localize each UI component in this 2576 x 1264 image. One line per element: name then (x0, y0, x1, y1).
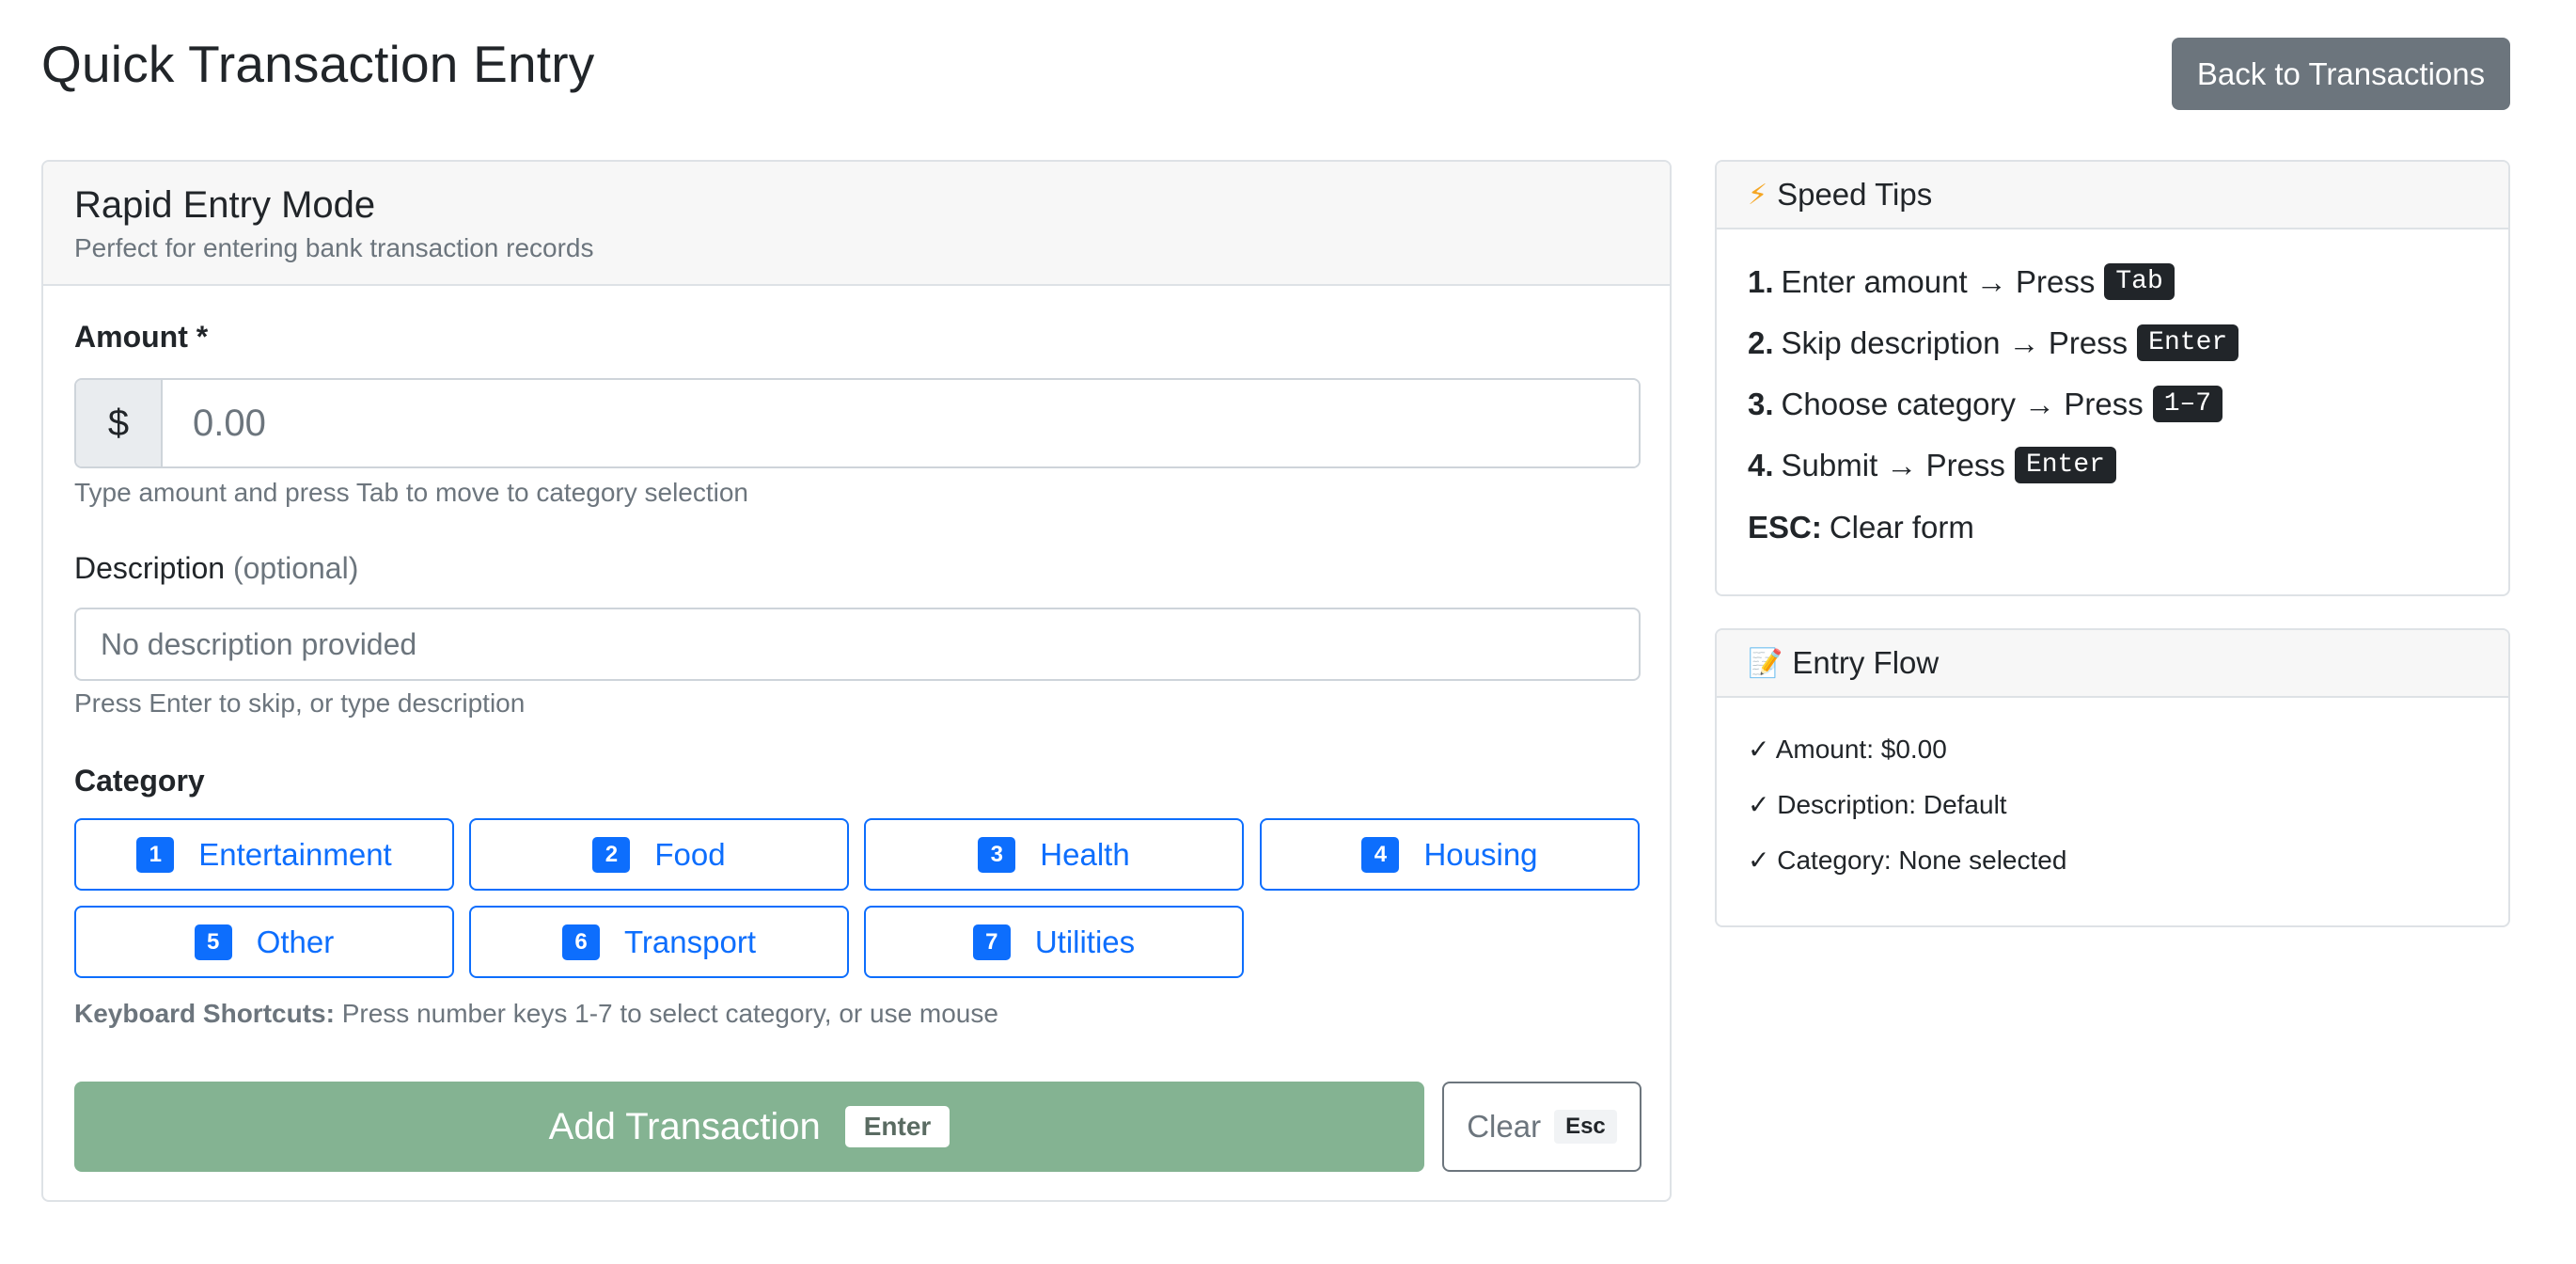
category-label-text: Health (1040, 836, 1130, 872)
description-input[interactable] (74, 608, 1641, 681)
entry-flow-header: 📝 Entry Flow (1717, 630, 2508, 698)
dollar-prefix: $ (76, 380, 163, 466)
speed-tips-header: ⚡ Speed Tips (1717, 162, 2508, 229)
category-label-text: Entertainment (198, 836, 392, 872)
tip-text: Skip description → Press (1781, 324, 2128, 360)
tip-text: Choose category → Press (1781, 386, 2144, 421)
category-key-badge: 2 (592, 836, 631, 873)
category-button-housing[interactable]: 4 Housing (1260, 818, 1640, 891)
tip-item: 1. Enter amount → Press Tab (1748, 263, 2175, 300)
entry-flow-title: Entry Flow (1792, 645, 1940, 680)
amount-label: Amount * (74, 320, 209, 354)
rapid-entry-subtitle: Perfect for entering bank transaction re… (74, 233, 594, 262)
clear-label: Clear (1467, 1109, 1542, 1144)
category-label: Category (74, 764, 205, 798)
tip-number: 4. (1748, 447, 1774, 482)
description-label: Description (optional) (74, 551, 358, 586)
category-key-badge: 3 (978, 836, 1016, 873)
speed-tips-title: Speed Tips (1777, 177, 1933, 212)
tip-item: 2. Skip description → Press Enter (1748, 324, 2239, 361)
category-button-other[interactable]: 5 Other (74, 906, 454, 978)
rapid-entry-card: Rapid Entry Mode Perfect for entering ba… (41, 160, 1672, 1202)
page-title: Quick Transaction Entry (41, 35, 595, 93)
memo-icon: 📝 (1748, 647, 1783, 679)
category-key-badge: 7 (972, 924, 1011, 960)
category-label-text: Food (654, 836, 726, 872)
tip-key-badge: Enter (2014, 447, 2116, 483)
category-label-text: Other (256, 924, 335, 959)
category-label-text: Utilities (1034, 924, 1136, 959)
tip-item: 3. Choose category → Press 1–7 (1748, 386, 2223, 422)
category-button-entertainment[interactable]: 1 Entertainment (74, 818, 454, 891)
flow-item-amount: ✓ Amount: $0.00 (1748, 734, 1947, 765)
tip-key-badge: Tab (2104, 263, 2175, 300)
flow-item-text: Amount: $0.00 (1775, 735, 1947, 764)
page: Quick Transaction Entry Back to Transact… (0, 0, 2576, 1264)
category-label-text: Housing (1423, 836, 1538, 872)
enter-key-badge: Enter (844, 1106, 950, 1147)
tip-text: Submit → Press (1781, 447, 2005, 482)
category-button-health[interactable]: 3 Health (864, 818, 1244, 891)
add-transaction-button[interactable]: Add Transaction Enter (74, 1082, 1424, 1172)
speed-tips-card: ⚡ Speed Tips 1. Enter amount → Press Tab… (1715, 160, 2510, 596)
flow-item-text: Category: None selected (1777, 845, 2067, 875)
rapid-entry-header: Rapid Entry Mode Perfect for entering ba… (43, 162, 1670, 286)
keyboard-shortcuts-note: Keyboard Shortcuts: Press number keys 1-… (74, 999, 998, 1029)
add-transaction-label: Add Transaction (548, 1105, 821, 1147)
amount-help: Type amount and press Tab to move to cat… (74, 478, 749, 507)
keyboard-shortcuts-text: Press number keys 1-7 to select category… (341, 999, 998, 1028)
flow-item-text: Description: Default (1777, 790, 2007, 819)
tip-esc-text: Clear form (1829, 510, 1974, 545)
tip-item: 4. Submit → Press Enter (1748, 447, 2116, 483)
amount-input-group: $ (74, 378, 1641, 468)
check-icon: ✓ (1748, 790, 1770, 819)
description-label-text: Description (74, 551, 226, 585)
category-key-badge: 4 (1361, 836, 1400, 873)
keyboard-shortcuts-label: Keyboard Shortcuts: (74, 999, 335, 1028)
category-key-badge: 1 (136, 836, 175, 873)
category-label-text: Transport (624, 924, 756, 959)
back-to-transactions-button[interactable]: Back to Transactions (2172, 38, 2510, 110)
amount-input[interactable] (163, 380, 1639, 466)
category-button-food[interactable]: 2 Food (469, 818, 849, 891)
tip-key-badge: 1–7 (2152, 386, 2223, 422)
check-icon: ✓ (1748, 845, 1770, 875)
clear-button[interactable]: Clear Esc (1442, 1082, 1641, 1172)
flow-item-description: ✓ Description: Default (1748, 789, 2007, 820)
tip-esc-label: ESC: (1748, 510, 1822, 545)
tip-number: 1. (1748, 263, 1774, 299)
tip-esc: ESC: Clear form (1748, 510, 1974, 545)
rapid-entry-title: Rapid Entry Mode (74, 184, 376, 226)
tip-key-badge: Enter (2137, 324, 2239, 361)
esc-key-badge: Esc (1554, 1110, 1617, 1144)
category-button-transport[interactable]: 6 Transport (469, 906, 849, 978)
lightning-icon: ⚡ (1748, 179, 1768, 211)
description-optional: (optional) (232, 551, 359, 585)
check-icon: ✓ (1748, 735, 1770, 764)
description-help: Press Enter to skip, or type description (74, 688, 526, 718)
tip-number: 3. (1748, 386, 1774, 421)
category-key-badge: 5 (194, 924, 232, 960)
entry-flow-card: 📝 Entry Flow ✓ Amount: $0.00 ✓ Descripti… (1715, 628, 2510, 927)
category-button-utilities[interactable]: 7 Utilities (864, 906, 1244, 978)
category-key-badge: 6 (562, 924, 600, 960)
flow-item-category: ✓ Category: None selected (1748, 845, 2066, 876)
tip-text: Enter amount → Press (1781, 263, 2096, 299)
tip-number: 2. (1748, 324, 1774, 360)
